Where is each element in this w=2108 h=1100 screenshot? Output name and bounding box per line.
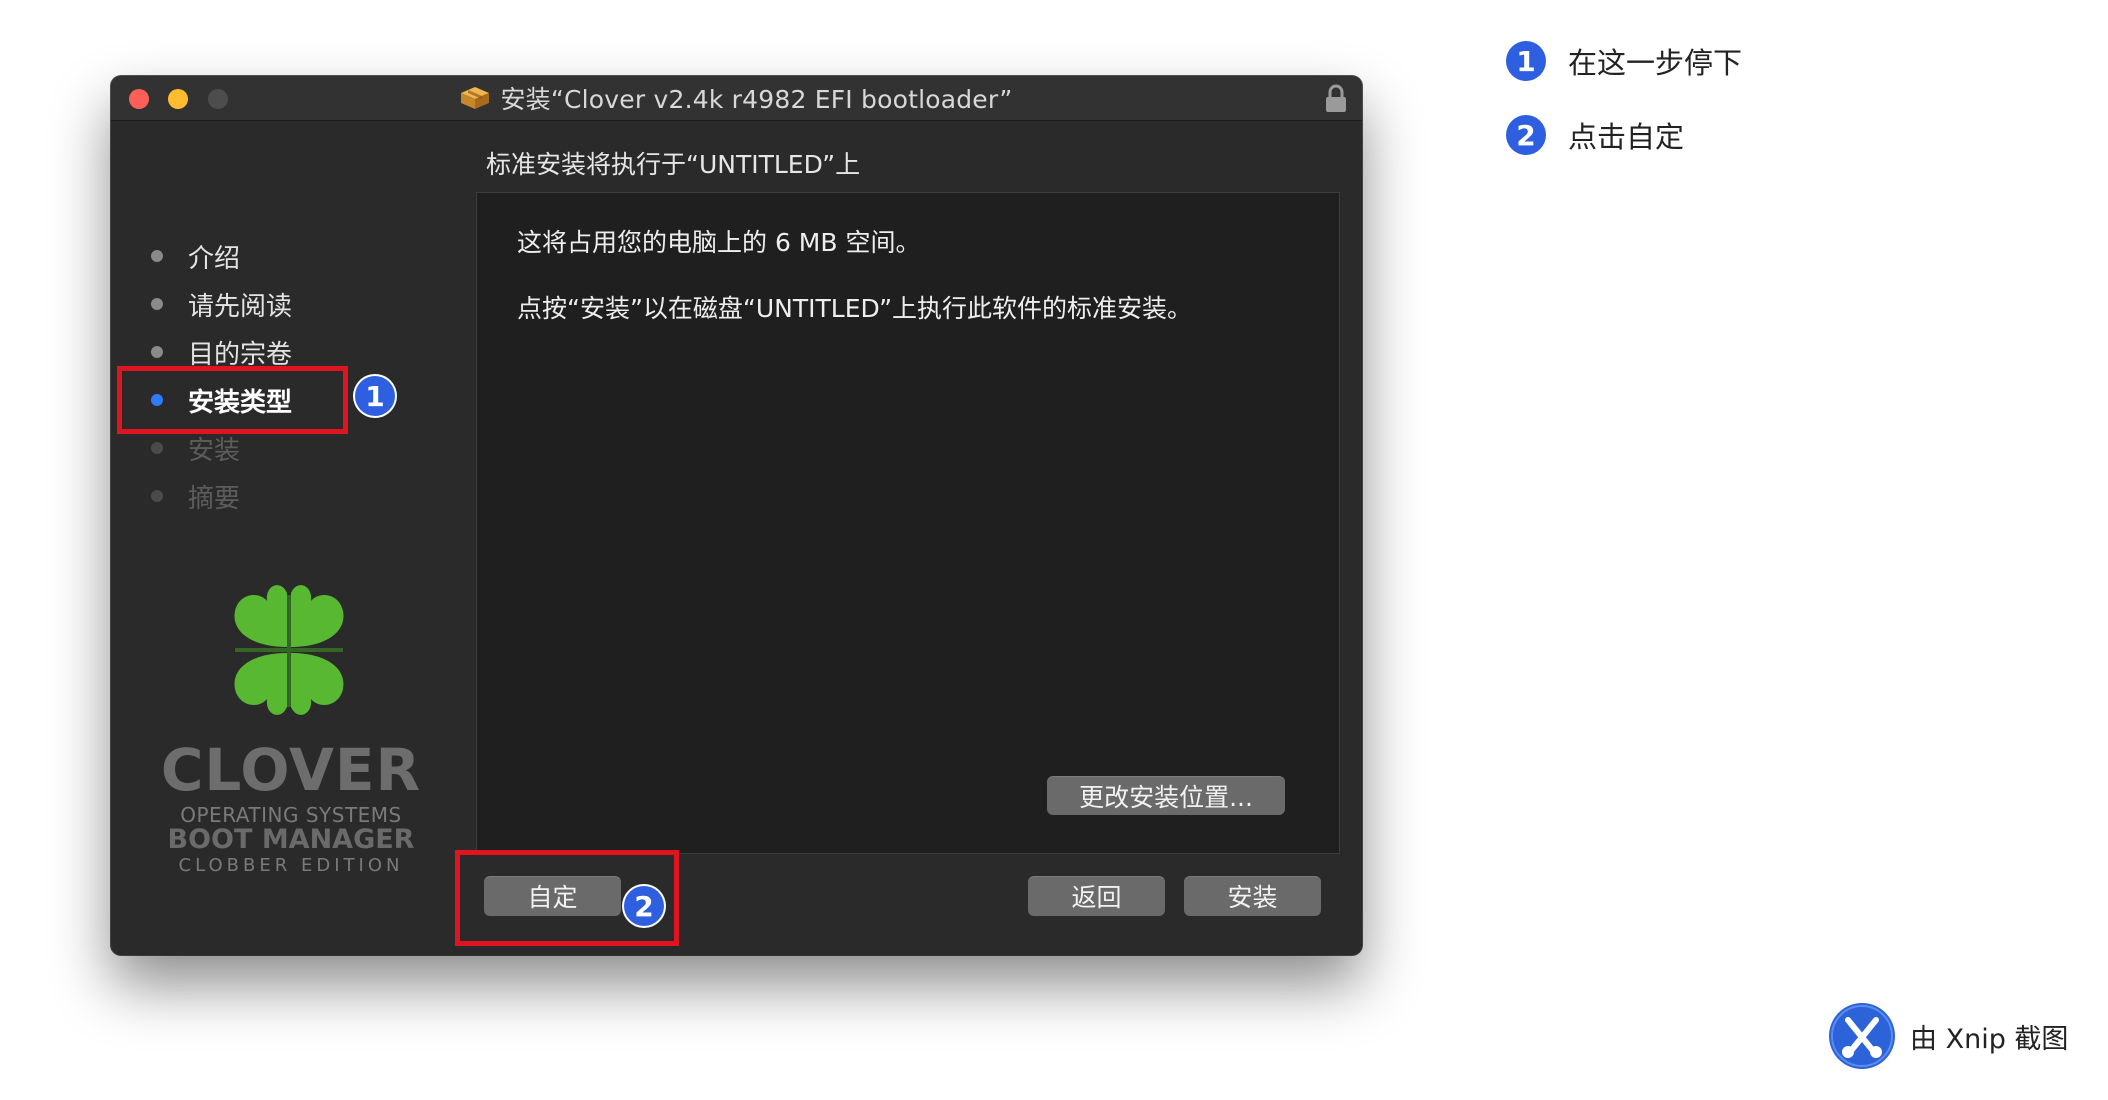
change-install-location-button[interactable]: 更改安装位置... [1047, 776, 1285, 815]
step-badge-1: 1 [355, 376, 395, 416]
annotation-legend: 1 在这一步停下 2 点击自定 [1506, 38, 1742, 186]
window-title: 安装“Clover v2.4k r4982 EFI bootloader” [500, 85, 1013, 114]
legend-text: 在这一步停下 [1568, 46, 1743, 80]
install-destination-heading: 标准安装将执行于“UNTITLED”上 [486, 150, 861, 179]
step-label: 请先阅读 [188, 291, 293, 322]
step-dot [151, 250, 163, 262]
standard-install-text: 点按“安装”以在磁盘“UNTITLED”上执行此软件的标准安装。 [517, 294, 1193, 323]
step-item-readme: 请先阅读 [151, 280, 292, 328]
space-required-text: 这将占用您的电脑上的 6 MB 空间。 [517, 228, 921, 257]
step-dot [151, 490, 163, 502]
step-item-summary: 摘要 [151, 472, 292, 520]
step-item-intro: 介绍 [151, 232, 292, 280]
xnip-text: 由 Xnip 截图 [1910, 1023, 2069, 1055]
back-button[interactable]: 返回 [1028, 876, 1165, 916]
legend-item: 1 在这一步停下 [1506, 38, 1742, 84]
legend-item: 2 点击自定 [1506, 112, 1742, 158]
brand-name: CLOVER [160, 736, 422, 804]
xnip-icon [1829, 1003, 1895, 1069]
installer-window: 安装“Clover v2.4k r4982 EFI bootloader” 标准… [111, 76, 1362, 955]
install-button[interactable]: 安装 [1184, 876, 1321, 916]
legend-text: 点击自定 [1568, 120, 1685, 154]
brand-line3: CLOBBER EDITION [178, 855, 404, 876]
title-wrap: 安装“Clover v2.4k r4982 EFI bootloader” [111, 76, 1362, 120]
brand-line2: BOOT MANAGER [167, 824, 415, 855]
install-info-panel: 这将占用您的电脑上的 6 MB 空间。 点按“安装”以在磁盘“UNTITLED”… [476, 192, 1340, 854]
step-dot [151, 298, 163, 310]
highlight-box-install-type [117, 366, 348, 434]
package-icon [461, 87, 490, 109]
step-dot [151, 346, 163, 358]
step-label: 介绍 [188, 243, 241, 274]
step-badge-2: 2 [624, 886, 664, 926]
legend-badge: 1 [1506, 41, 1546, 81]
step-label: 摘要 [188, 483, 241, 514]
step-label: 安装 [188, 435, 241, 466]
clover-logo-icon [234, 585, 344, 715]
legend-badge: 2 [1506, 115, 1546, 155]
xnip-watermark: 由 Xnip 截图 [1828, 1002, 2068, 1070]
title-bar: 安装“Clover v2.4k r4982 EFI bootloader” [111, 76, 1362, 121]
step-dot [151, 442, 163, 454]
step-label: 目的宗卷 [188, 339, 293, 370]
lock-icon [1326, 84, 1346, 112]
